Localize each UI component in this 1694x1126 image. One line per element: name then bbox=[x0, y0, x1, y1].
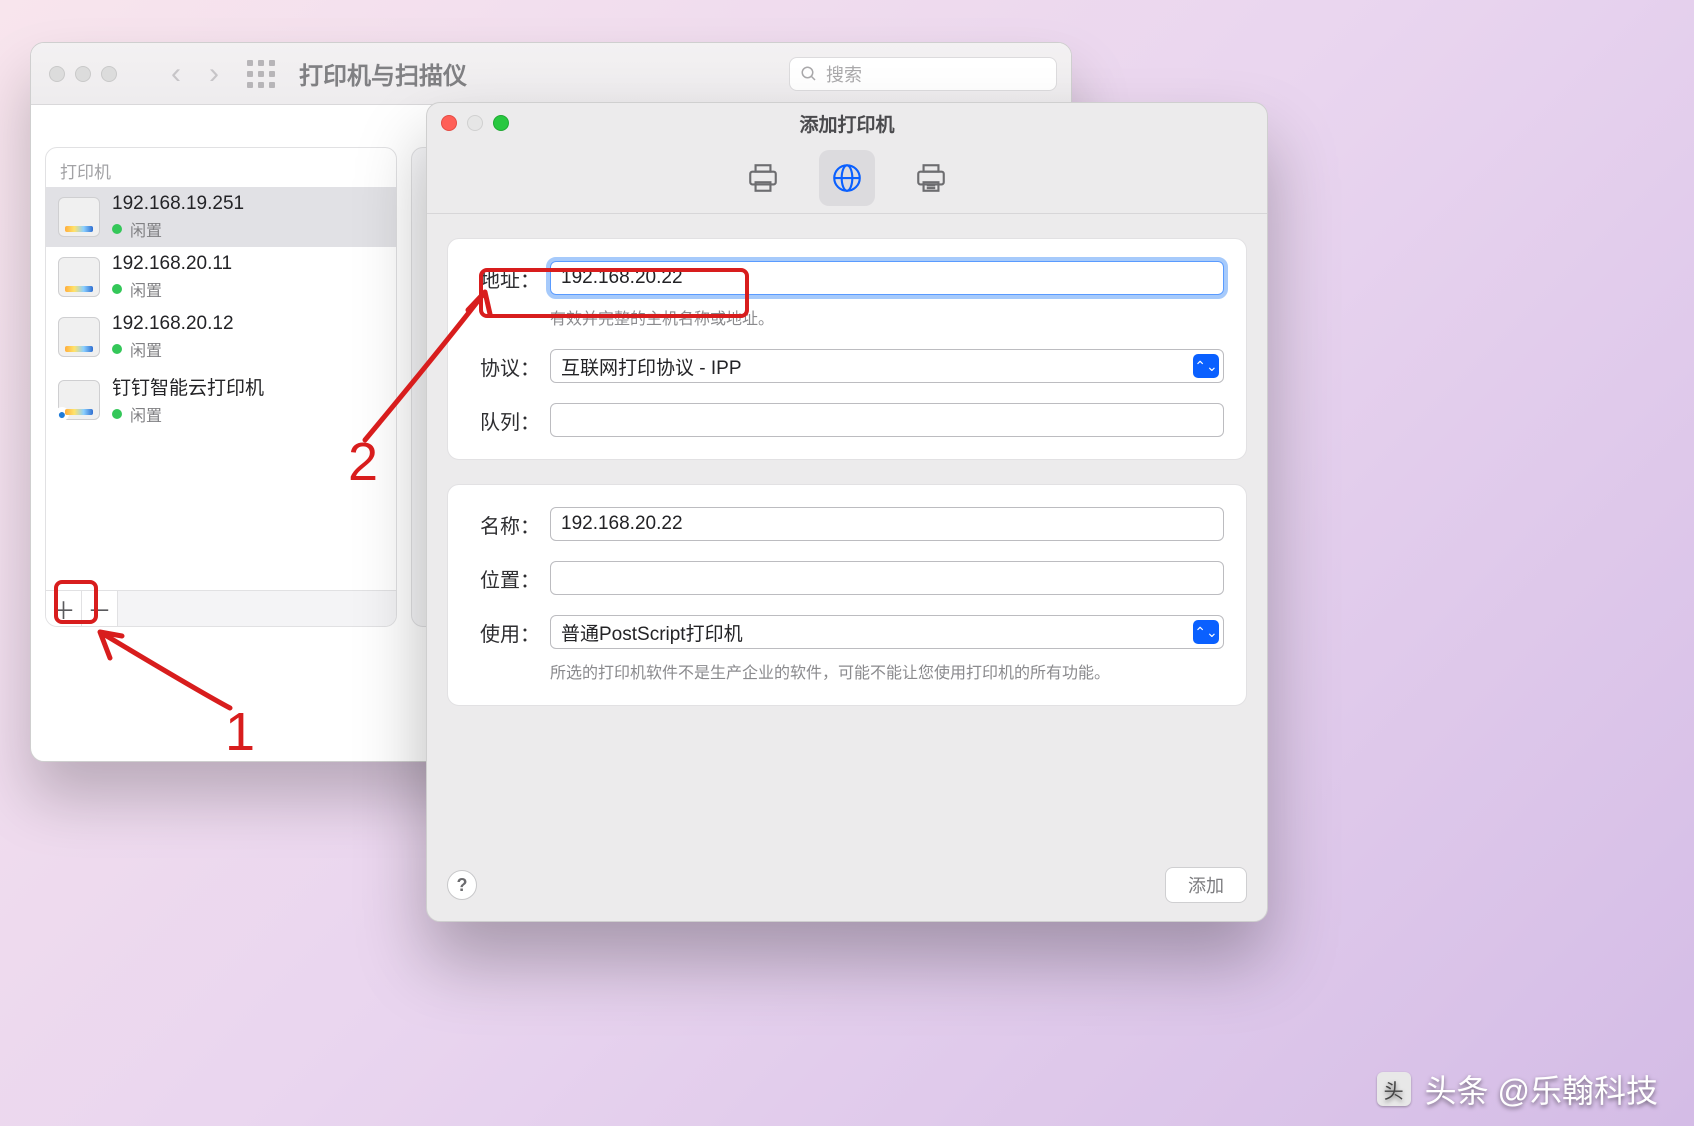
protocol-label: 协议： bbox=[470, 352, 540, 381]
name-label: 名称： bbox=[470, 510, 540, 539]
connection-section: 地址： 192.168.20.22 有效并完整的主机名称或地址。 协议： 互联网… bbox=[447, 238, 1247, 460]
help-button[interactable]: ? bbox=[447, 870, 477, 900]
name-input[interactable]: 192.168.20.22 bbox=[550, 507, 1224, 541]
sidebar-footer: ＋ － bbox=[46, 590, 396, 626]
printer-icon bbox=[58, 197, 100, 237]
printer-text: 192.168.20.12 闲置 bbox=[112, 313, 234, 361]
show-all-icon[interactable] bbox=[247, 60, 275, 88]
watermark-text: 头条 @乐翰科技 bbox=[1425, 1066, 1658, 1112]
address-label: 地址： bbox=[470, 264, 540, 293]
window-traffic-lights bbox=[441, 115, 509, 131]
queue-row: 队列： bbox=[470, 403, 1224, 437]
nav-buttons: ‹ › bbox=[171, 59, 219, 89]
location-row: 位置： bbox=[470, 561, 1224, 595]
separator bbox=[427, 213, 1267, 214]
tab-ip[interactable] bbox=[819, 150, 875, 206]
printer-advanced-icon bbox=[914, 161, 948, 195]
minimize-icon[interactable] bbox=[467, 115, 483, 131]
preferences-title: 打印机与扫描仪 bbox=[299, 56, 467, 91]
close-icon[interactable] bbox=[441, 115, 457, 131]
printer-text: 192.168.19.251 闲置 bbox=[112, 193, 244, 241]
use-hint: 所选的打印机软件不是生产企业的软件，可能不能让您使用打印机的所有功能。 bbox=[550, 659, 1224, 683]
remove-printer-button[interactable]: － bbox=[82, 591, 118, 626]
printer-icon bbox=[746, 161, 780, 195]
add-printer-tabs bbox=[427, 143, 1267, 213]
protocol-select[interactable]: 互联网打印协议 - IPP ⌃⌄ bbox=[550, 349, 1224, 383]
use-select[interactable]: 普通PostScript打印机 ⌃⌄ bbox=[550, 615, 1224, 649]
add-printer-footer: ? 添加 bbox=[427, 853, 1267, 921]
address-row: 地址： 192.168.20.22 bbox=[470, 261, 1224, 295]
printer-list-item[interactable]: 192.168.20.12 闲置 bbox=[46, 307, 396, 367]
close-icon[interactable] bbox=[49, 66, 65, 82]
zoom-icon[interactable] bbox=[493, 115, 509, 131]
printer-name: 192.168.20.12 bbox=[112, 313, 234, 335]
back-button[interactable]: ‹ bbox=[171, 59, 181, 89]
status-dot-icon bbox=[112, 344, 122, 354]
printer-status: 闲置 bbox=[112, 337, 234, 361]
forward-button[interactable]: › bbox=[209, 59, 219, 89]
search-field[interactable]: 搜索 bbox=[789, 57, 1057, 91]
window-traffic-lights bbox=[49, 66, 117, 82]
add-printer-window: 添加打印机 地址： 192.168.20.22 有效并完整的主机名称或地址。 协… bbox=[426, 102, 1268, 922]
globe-icon bbox=[830, 161, 864, 195]
status-dot-icon bbox=[112, 409, 122, 419]
add-printer-titlebar: 添加打印机 bbox=[427, 103, 1267, 143]
printer-status: 闲置 bbox=[112, 402, 264, 426]
printer-icon bbox=[58, 380, 100, 420]
status-dot-icon bbox=[112, 224, 122, 234]
printer-list-item[interactable]: 192.168.19.251 闲置 bbox=[46, 187, 396, 247]
printer-list-item[interactable]: 钉钉智能云打印机 闲置 bbox=[46, 367, 396, 432]
printer-status: 闲置 bbox=[112, 277, 232, 301]
printer-name: 192.168.20.11 bbox=[112, 253, 232, 275]
protocol-row: 协议： 互联网打印协议 - IPP ⌃⌄ bbox=[470, 349, 1224, 383]
queue-label: 队列： bbox=[470, 406, 540, 435]
printer-status: 闲置 bbox=[112, 217, 244, 241]
printer-text: 192.168.20.11 闲置 bbox=[112, 253, 232, 301]
add-printer-title: 添加打印机 bbox=[427, 110, 1267, 137]
location-label: 位置： bbox=[470, 564, 540, 593]
sidebar-header: 打印机 bbox=[46, 148, 396, 187]
add-printer-button[interactable]: ＋ bbox=[46, 591, 82, 626]
printer-name: 192.168.19.251 bbox=[112, 193, 244, 215]
search-placeholder: 搜索 bbox=[826, 61, 862, 87]
chevron-up-down-icon: ⌃⌄ bbox=[1193, 620, 1219, 644]
minimize-icon[interactable] bbox=[75, 66, 91, 82]
printer-text: 钉钉智能云打印机 闲置 bbox=[112, 373, 264, 426]
printers-sidebar: 打印机 192.168.19.251 闲置 192.168.20.11 闲置 1… bbox=[45, 147, 397, 627]
search-icon bbox=[800, 65, 818, 83]
watermark-logo-icon: 头 bbox=[1377, 1072, 1411, 1106]
queue-input[interactable] bbox=[550, 403, 1224, 437]
identity-section: 名称： 192.168.20.22 位置： 使用： 普通PostScript打印… bbox=[447, 484, 1247, 706]
add-button[interactable]: 添加 bbox=[1165, 867, 1247, 903]
printer-icon bbox=[58, 317, 100, 357]
address-input[interactable]: 192.168.20.22 bbox=[550, 261, 1224, 295]
location-input[interactable] bbox=[550, 561, 1224, 595]
tab-default[interactable] bbox=[735, 150, 791, 206]
use-row: 使用： 普通PostScript打印机 ⌃⌄ bbox=[470, 615, 1224, 649]
watermark: 头 头条 @乐翰科技 bbox=[1377, 1066, 1658, 1112]
tab-windows[interactable] bbox=[903, 150, 959, 206]
address-hint: 有效并完整的主机名称或地址。 bbox=[550, 305, 1224, 329]
chevron-up-down-icon: ⌃⌄ bbox=[1193, 354, 1219, 378]
printer-list-item[interactable]: 192.168.20.11 闲置 bbox=[46, 247, 396, 307]
zoom-icon[interactable] bbox=[101, 66, 117, 82]
use-label: 使用： bbox=[470, 618, 540, 647]
printer-name: 钉钉智能云打印机 bbox=[112, 373, 264, 400]
status-dot-icon bbox=[112, 284, 122, 294]
printer-icon bbox=[58, 257, 100, 297]
preferences-toolbar: ‹ › 打印机与扫描仪 搜索 bbox=[31, 43, 1071, 105]
name-row: 名称： 192.168.20.22 bbox=[470, 507, 1224, 541]
